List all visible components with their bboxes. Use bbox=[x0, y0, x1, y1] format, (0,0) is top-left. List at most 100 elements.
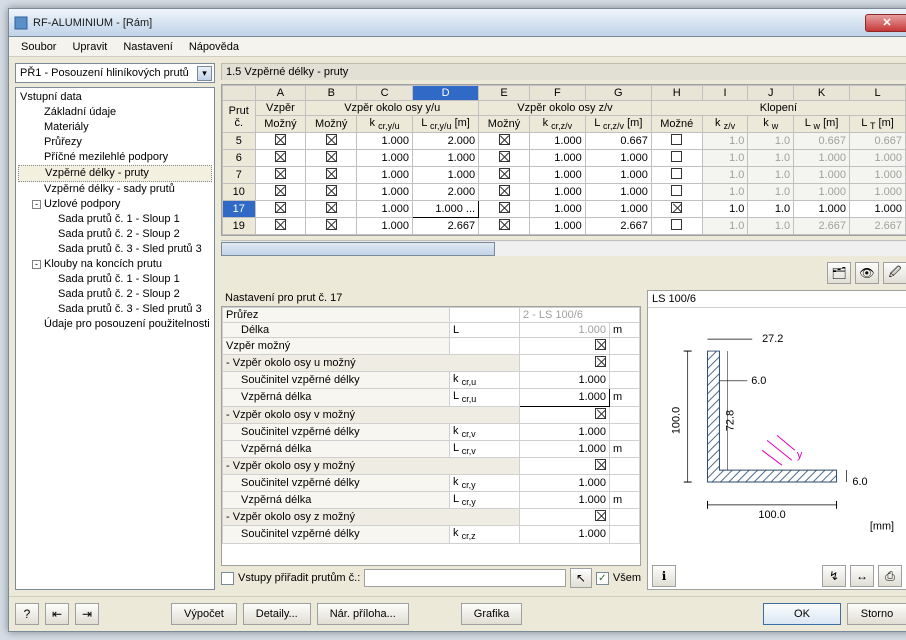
checkbox-icon[interactable] bbox=[595, 356, 606, 367]
view-button[interactable]: 👁 bbox=[855, 262, 879, 284]
tree-node[interactable]: Materiály bbox=[18, 120, 212, 135]
checkbox-icon[interactable] bbox=[499, 151, 510, 162]
checkbox-icon[interactable] bbox=[326, 202, 337, 213]
tree-node[interactable]: -Uzlové podpory bbox=[18, 197, 212, 212]
menu-soubor[interactable]: Soubor bbox=[13, 39, 64, 55]
checkbox-icon[interactable] bbox=[671, 185, 682, 196]
settings-row[interactable]: Vzpěrná délkaL cr,y1.000m bbox=[223, 492, 640, 509]
menu-napoveda[interactable]: Nápověda bbox=[181, 39, 247, 55]
dim-button[interactable]: ↔ bbox=[850, 565, 874, 587]
tree-node[interactable]: Sada prutů č. 2 - Sloup 2 bbox=[18, 287, 212, 302]
expander-icon[interactable]: - bbox=[226, 460, 230, 472]
next-button[interactable]: ⇥ bbox=[75, 603, 99, 625]
checkbox-icon[interactable] bbox=[326, 185, 337, 196]
checkbox-icon[interactable] bbox=[499, 185, 510, 196]
settings-row[interactable]: Součinitel vzpěrné délkyk cr,u1.000 bbox=[223, 372, 640, 389]
settings-row[interactable]: Součinitel vzpěrné délkyk cr,y1.000 bbox=[223, 474, 640, 491]
table-row[interactable]: 61.0001.0001.0001.0001.01.01.0001.000 bbox=[223, 150, 906, 167]
settings-row[interactable]: - Vzpěr okolo osy u možný bbox=[223, 355, 640, 372]
menu-upravit[interactable]: Upravit bbox=[64, 39, 115, 55]
checkbox-icon[interactable] bbox=[275, 168, 286, 179]
checkbox-icon[interactable] bbox=[275, 185, 286, 196]
assign-checkbox[interactable] bbox=[221, 572, 234, 585]
tree-node[interactable]: Vstupní data bbox=[18, 90, 212, 105]
checkbox-icon[interactable] bbox=[671, 134, 682, 145]
settings-row[interactable]: Vzpěrná délkaL cr,v1.000m bbox=[223, 440, 640, 457]
print-button[interactable]: ⎙ bbox=[878, 565, 902, 587]
cancel-button[interactable]: Storno bbox=[847, 603, 906, 625]
horizontal-scrollbar[interactable] bbox=[221, 240, 906, 256]
tree-node[interactable]: Sada prutů č. 1 - Sloup 1 bbox=[18, 212, 212, 227]
annex-button[interactable]: Nár. příloha... bbox=[317, 603, 409, 625]
settings-row[interactable]: - Vzpěr okolo osy z možný bbox=[223, 509, 640, 526]
tree-node[interactable]: Vzpěrné délky - sady prutů bbox=[18, 182, 212, 197]
tree-node[interactable]: Sada prutů č. 3 - Sled prutů 3 bbox=[18, 302, 212, 317]
expander-icon[interactable]: - bbox=[32, 200, 41, 209]
tree-node[interactable]: Průřezy bbox=[18, 135, 212, 150]
case-combo[interactable]: PŘ1 - Posouzení hliníkových prutů ▾ bbox=[15, 63, 215, 83]
tree-node[interactable]: Sada prutů č. 1 - Sloup 1 bbox=[18, 272, 212, 287]
settings-row[interactable]: Součinitel vzpěrné délkyk cr,z1.000 bbox=[223, 526, 640, 543]
settings-row[interactable]: Vzpěr možný bbox=[223, 338, 640, 355]
menu-nastaveni[interactable]: Nastavení bbox=[115, 39, 181, 55]
picker-button[interactable]: 🖉 bbox=[883, 262, 906, 284]
table-row[interactable]: 51.0002.0001.0000.6671.01.00.6670.667 bbox=[223, 133, 906, 150]
checkbox-icon[interactable] bbox=[671, 219, 682, 230]
table-row[interactable]: 191.0002.6671.0002.6671.01.02.6672.667 bbox=[223, 218, 906, 235]
checkbox-icon[interactable] bbox=[326, 151, 337, 162]
settings-row[interactable]: Součinitel vzpěrné délkyk cr,v1.000 bbox=[223, 423, 640, 440]
prev-button[interactable]: ⇤ bbox=[45, 603, 69, 625]
help-button[interactable]: ? bbox=[15, 603, 39, 625]
checkbox-icon[interactable] bbox=[499, 134, 510, 145]
expander-icon[interactable]: - bbox=[32, 260, 41, 269]
settings-row[interactable]: - Vzpěr okolo osy v možný bbox=[223, 406, 640, 423]
nav-tree[interactable]: Vstupní dataZákladní údajeMateriályPrůře… bbox=[15, 87, 215, 590]
axes-button[interactable]: ↯ bbox=[822, 565, 846, 587]
settings-row[interactable]: Průřez2 - LS 100/6 bbox=[223, 308, 640, 323]
assign-input[interactable] bbox=[364, 569, 566, 587]
checkbox-icon[interactable] bbox=[595, 510, 606, 521]
checkbox-icon[interactable] bbox=[671, 202, 682, 213]
top-grid[interactable]: ABCDEFGHIJKLPrutč.VzpěrVzpěr okolo osy y… bbox=[221, 84, 906, 236]
ok-button[interactable]: OK bbox=[763, 603, 841, 625]
settings-row[interactable]: DélkaL1.000m bbox=[223, 323, 640, 338]
settings-row[interactable]: Vzpěrná délkaL cr,u1.000m bbox=[223, 389, 640, 406]
tree-node[interactable]: Vzpěrné délky - pruty bbox=[18, 165, 212, 182]
checkbox-icon[interactable] bbox=[499, 202, 510, 213]
close-button[interactable]: ✕ bbox=[865, 14, 906, 32]
checkbox-icon[interactable] bbox=[671, 151, 682, 162]
tree-node[interactable]: Sada prutů č. 3 - Sled prutů 3 bbox=[18, 242, 212, 257]
filter-button[interactable]: 🗂 bbox=[827, 262, 851, 284]
checkbox-icon[interactable] bbox=[499, 219, 510, 230]
checkbox-icon[interactable] bbox=[275, 202, 286, 213]
tree-node[interactable]: Příčné mezilehlé podpory bbox=[18, 150, 212, 165]
checkbox-icon[interactable] bbox=[326, 168, 337, 179]
table-row[interactable]: 101.0002.0001.0001.0001.01.01.0001.000 bbox=[223, 184, 906, 201]
table-row[interactable]: 71.0001.0001.0001.0001.01.01.0001.000 bbox=[223, 167, 906, 184]
settings-row[interactable]: - Vzpěr okolo osy y možný bbox=[223, 457, 640, 474]
checkbox-icon[interactable] bbox=[275, 219, 286, 230]
checkbox-icon[interactable] bbox=[326, 219, 337, 230]
calc-button[interactable]: Výpočet bbox=[171, 603, 237, 625]
expander-icon[interactable]: - bbox=[226, 357, 230, 369]
tree-node[interactable]: Sada prutů č. 2 - Sloup 2 bbox=[18, 227, 212, 242]
tree-node[interactable]: Údaje pro posouzení použitelnosti bbox=[18, 317, 212, 332]
checkbox-icon[interactable] bbox=[595, 339, 606, 350]
all-checkbox[interactable] bbox=[596, 572, 609, 585]
table-row[interactable]: 171.0001.000 ...1.0001.0001.01.01.0001.0… bbox=[223, 201, 906, 218]
graphics-button[interactable]: Grafika bbox=[461, 603, 522, 625]
pick-members-button[interactable]: ↖ bbox=[570, 568, 592, 588]
checkbox-icon[interactable] bbox=[326, 134, 337, 145]
expander-icon[interactable]: - bbox=[226, 409, 230, 421]
info-button[interactable]: ℹ bbox=[652, 565, 676, 587]
checkbox-icon[interactable] bbox=[595, 408, 606, 419]
expander-icon[interactable]: - bbox=[226, 511, 230, 523]
checkbox-icon[interactable] bbox=[499, 168, 510, 179]
tree-node[interactable]: -Klouby na koncích prutu bbox=[18, 257, 212, 272]
details-button[interactable]: Detaily... bbox=[243, 603, 311, 625]
checkbox-icon[interactable] bbox=[671, 168, 682, 179]
settings-grid[interactable]: Průřez2 - LS 100/6DélkaL1.000mVzpěr možn… bbox=[221, 306, 641, 566]
checkbox-icon[interactable] bbox=[275, 151, 286, 162]
tree-node[interactable]: Základní údaje bbox=[18, 105, 212, 120]
checkbox-icon[interactable] bbox=[275, 134, 286, 145]
